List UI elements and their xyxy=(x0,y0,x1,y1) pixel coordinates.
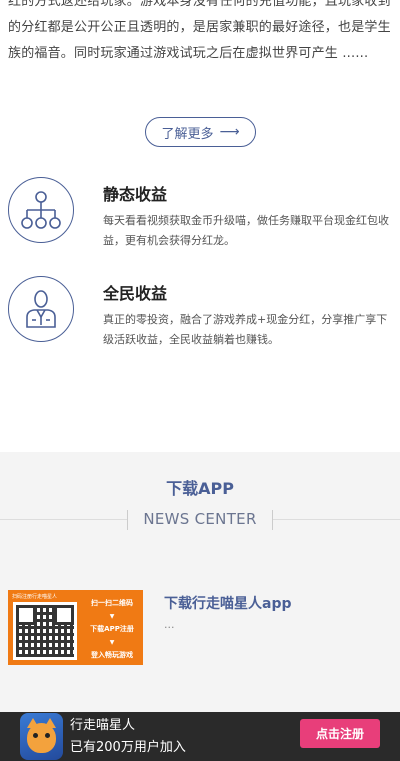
register-button[interactable]: 点击注册 xyxy=(300,719,380,748)
intro-paragraph: 红的方式返还给玩家。游戏本身没有任何的充值功能，且玩家收到的分红都是公开公正且透… xyxy=(8,0,391,61)
intro-text-block: 红的方式返还给玩家。游戏本身没有任何的充值功能，且玩家收到的分红都是公开公正且透… xyxy=(0,0,400,110)
divider-line xyxy=(273,519,400,520)
news-thumbnail[interactable]: 扫码注册行走喵星人 扫一扫二维码 ▼ 下载APP注册 ▼ 登入畅玩游戏 xyxy=(8,590,143,665)
feature-universal-income: 全民收益 真正的零投资，融合了游戏养成+现金分红，分享推广享下级活跃收益，全民收… xyxy=(0,276,400,366)
news-title-link[interactable]: 下载行走喵星人app xyxy=(164,593,292,613)
step-label: 下载APP注册 xyxy=(90,625,134,633)
step-label: 登入畅玩游戏 xyxy=(91,651,133,659)
section-subtitle-text: NEWS CENTER xyxy=(143,510,257,528)
divider-bar xyxy=(272,510,273,530)
news-excerpt: ... xyxy=(164,618,175,631)
app-user-count: 已有200万用户加入 xyxy=(70,740,186,755)
learn-more-button[interactable]: 了解更多 ⟶ xyxy=(145,117,256,147)
learn-more-label: 了解更多 xyxy=(161,126,214,142)
thumbnail-header-text: 扫码注册行走喵星人 xyxy=(12,594,58,600)
step-label: 扫一扫二维码 xyxy=(91,599,133,607)
feature-title: 全民收益 xyxy=(103,284,168,303)
section-subtitle: NEWS CENTER xyxy=(0,510,400,530)
qr-code-icon xyxy=(13,602,77,660)
down-arrow-icon: ▼ xyxy=(109,613,115,620)
feature-description: 每天看看视频获取金币升级喵，做任务赚取平台现金红包收益，更有机会获得分红龙。 xyxy=(103,214,389,247)
arrow-right-icon: ⟶ xyxy=(219,124,240,140)
divider-line xyxy=(0,519,127,520)
feature-title: 静态收益 xyxy=(103,185,168,204)
feature-description: 真正的零投资，融合了游戏养成+现金分红，分享推广享下级活跃收益，全民收益躺着也赚… xyxy=(103,313,388,346)
feature-static-income: 静态收益 每天看看视频获取金币升级喵，做任务赚取平台现金红包收益，更有机会获得分… xyxy=(0,177,400,267)
down-arrow-icon: ▼ xyxy=(109,639,115,646)
app-name: 行走喵星人 xyxy=(70,718,136,733)
businessman-icon xyxy=(8,276,74,342)
app-logo-icon xyxy=(20,713,63,760)
section-title: 下载APP xyxy=(166,479,234,498)
download-banner: 行走喵星人 已有200万用户加入 点击注册 xyxy=(0,712,400,761)
thumbnail-steps: 扫一扫二维码 ▼ 下载APP注册 ▼ 登入畅玩游戏 xyxy=(83,598,141,664)
network-tree-icon xyxy=(8,177,74,243)
